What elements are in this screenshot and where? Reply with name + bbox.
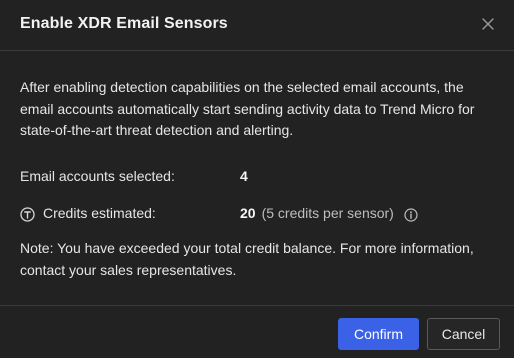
credits-value: 20 <box>240 205 256 222</box>
info-icon[interactable] <box>404 207 418 222</box>
credit-token-icon <box>20 206 35 222</box>
credits-label: Credits estimated: <box>43 205 156 222</box>
accounts-label: Email accounts selected: <box>20 168 175 185</box>
accounts-row: Email accounts selected: 4 <box>20 167 248 187</box>
confirm-button[interactable]: Confirm <box>338 318 419 350</box>
credits-label-group: Credits estimated: <box>20 203 240 225</box>
accounts-value: 4 <box>240 168 248 185</box>
dialog-description: After enabling detection capabilities on… <box>20 79 475 138</box>
dialog-title: Enable XDR Email Sensors <box>20 15 228 32</box>
cancel-button[interactable]: Cancel <box>427 318 500 350</box>
close-icon[interactable] <box>480 16 496 32</box>
dialog-header: Enable XDR Email Sensors <box>0 0 514 51</box>
credits-row: Credits estimated: 20 (5 credits per sen… <box>20 204 418 224</box>
enable-xdr-dialog: Enable XDR Email Sensors After enabling … <box>0 0 514 358</box>
credit-note: Note: You have exceeded your total credi… <box>20 240 474 278</box>
credits-detail: (5 credits per sensor) <box>261 205 394 222</box>
dialog-footer: Confirm Cancel <box>0 305 514 358</box>
